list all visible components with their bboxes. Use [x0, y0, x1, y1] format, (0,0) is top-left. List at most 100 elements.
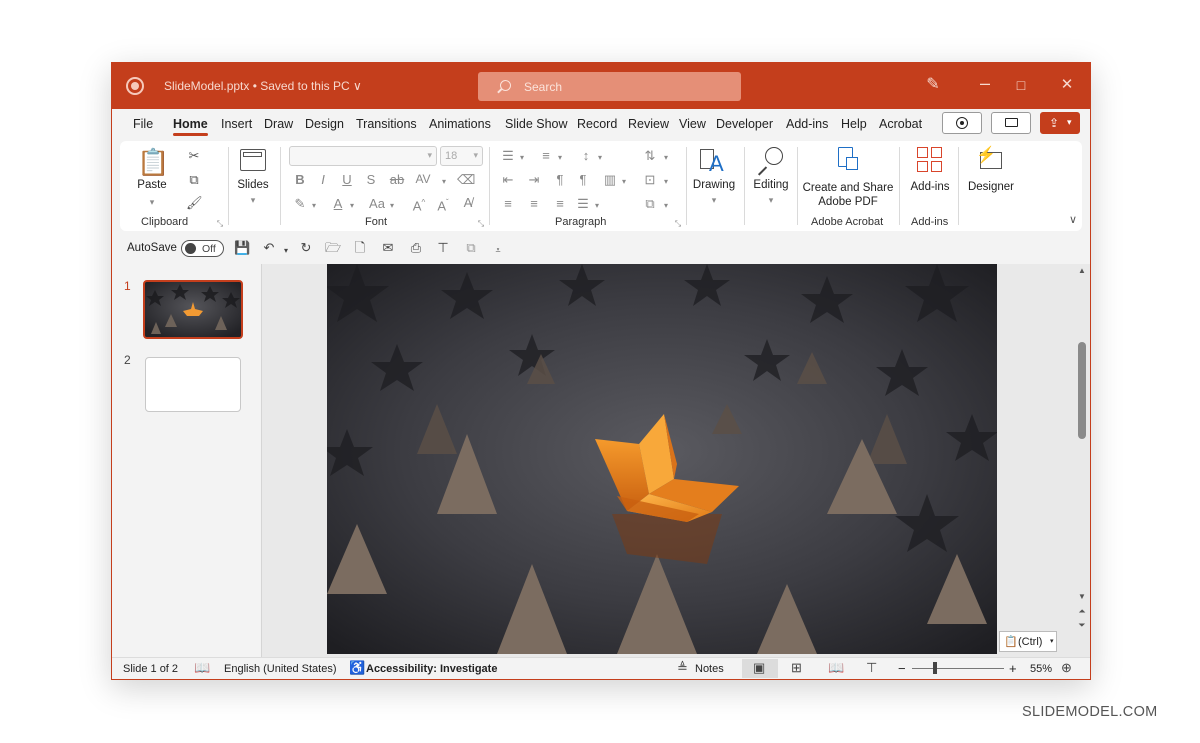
change-case-icon[interactable]: Aa: [366, 197, 388, 211]
open-folder-icon[interactable]: 🗁: [325, 241, 341, 255]
add-ins-button-label[interactable]: Add-ins: [908, 181, 952, 193]
notes-button[interactable]: Notes: [695, 663, 724, 675]
chevron-down-icon[interactable]: ▾: [388, 199, 396, 213]
drawing-shapes-icon[interactable]: A: [700, 147, 728, 176]
add-ins-icon[interactable]: [917, 147, 943, 173]
zoom-slider-knob[interactable]: [933, 662, 937, 674]
scroll-down-icon[interactable]: ▼: [1077, 592, 1087, 601]
slides-button-label[interactable]: Slides: [236, 179, 270, 191]
comments-button[interactable]: [991, 112, 1031, 134]
vertical-scrollbar[interactable]: ▲ ▼ ⏶ ⏷: [1077, 264, 1087, 657]
save-icon[interactable]: 💾: [234, 241, 250, 255]
email-icon[interactable]: ✉: [380, 241, 396, 255]
slide-count[interactable]: Slide 1 of 2: [123, 663, 178, 675]
chevron-down-icon[interactable]: ▾: [556, 151, 564, 165]
zoom-slider[interactable]: [912, 668, 1004, 669]
paste-options-button[interactable]: 📋 (Ctrl) ▾: [999, 631, 1057, 652]
reading-view-icon[interactable]: 📖: [828, 661, 844, 675]
line-spacing-icon[interactable]: ↕: [578, 149, 594, 163]
cut-icon[interactable]: ✂: [186, 149, 202, 163]
tab-review[interactable]: Review: [628, 117, 669, 131]
italic-icon[interactable]: I: [316, 173, 330, 187]
present-icon[interactable]: ⊤: [435, 241, 451, 255]
duplicate-slide-icon[interactable]: ⧉: [463, 241, 479, 255]
chevron-down-icon[interactable]: ▾: [146, 195, 158, 209]
paste-button-label[interactable]: Paste: [136, 179, 168, 191]
designer-pen-icon[interactable]: ✎: [922, 75, 944, 95]
chevron-down-icon[interactable]: ▾: [662, 175, 670, 189]
font-color-icon[interactable]: A: [330, 197, 346, 211]
ltr-icon[interactable]: ¶: [575, 173, 591, 187]
new-slide-icon[interactable]: [240, 149, 266, 171]
create-pdf-icon[interactable]: [836, 147, 858, 173]
columns-icon[interactable]: ▥: [602, 173, 618, 187]
chevron-down-icon[interactable]: ▾: [620, 175, 628, 189]
copy-icon[interactable]: ⧉: [186, 173, 202, 187]
align-text-icon[interactable]: ⊡: [642, 173, 658, 187]
paste-icon[interactable]: 📋: [137, 147, 169, 177]
slide-thumbnail-2[interactable]: [145, 357, 241, 412]
rtl-icon[interactable]: ¶: [552, 173, 568, 187]
autosave-toggle[interactable]: Off: [181, 240, 224, 257]
spelling-check-icon[interactable]: 📖: [194, 661, 210, 675]
tab-insert[interactable]: Insert: [221, 117, 252, 131]
tab-transitions[interactable]: Transitions: [356, 117, 417, 131]
zoom-level[interactable]: 55%: [1030, 663, 1052, 675]
chevron-down-icon[interactable]: ▾: [247, 193, 259, 207]
chevron-down-icon[interactable]: ▾: [518, 151, 526, 165]
text-direction-icon[interactable]: ⇅: [642, 149, 658, 163]
create-share-pdf-button[interactable]: Create and Share Adobe PDF: [802, 181, 894, 209]
increase-font-size-icon[interactable]: A^: [411, 196, 427, 213]
chevron-down-icon[interactable]: ▾: [662, 151, 670, 165]
slide-sorter-icon[interactable]: ⊞: [791, 661, 802, 675]
clear-formatting-icon[interactable]: ⌫: [457, 173, 475, 187]
strikethrough-icon[interactable]: ab: [388, 173, 406, 187]
dialog-launcher-icon[interactable]: ⤡: [215, 217, 225, 231]
quick-print-icon[interactable]: ⎙: [408, 241, 424, 255]
slide-canvas[interactable]: [327, 264, 997, 654]
justify-icon[interactable]: ☰: [575, 197, 591, 211]
decrease-font-size-icon[interactable]: Aˇ: [435, 196, 451, 213]
redo-icon[interactable]: ↻: [298, 241, 314, 255]
tab-developer[interactable]: Developer: [716, 117, 773, 131]
tab-file[interactable]: File: [133, 117, 153, 131]
collapse-ribbon-chevron-icon[interactable]: ∨: [1066, 213, 1080, 227]
increase-indent-icon[interactable]: ⇥: [526, 173, 542, 187]
align-center-icon[interactable]: ≡: [526, 197, 542, 211]
format-painter-icon[interactable]: 🖌: [186, 196, 203, 210]
zoom-out-button[interactable]: −: [898, 661, 906, 676]
tab-add-ins[interactable]: Add-ins: [786, 117, 828, 131]
undo-icon[interactable]: ↶: [261, 241, 277, 255]
designer-icon[interactable]: ⚡: [976, 147, 1004, 173]
numbering-icon[interactable]: ≡: [538, 149, 554, 163]
slide-show-icon[interactable]: ⊤: [866, 661, 877, 675]
next-slide-icon[interactable]: ⏷: [1077, 620, 1087, 631]
new-file-icon[interactable]: 🗋: [352, 241, 368, 255]
tab-acrobat[interactable]: Acrobat: [879, 117, 922, 131]
accessibility-status[interactable]: Accessibility: Investigate: [366, 663, 497, 675]
customize-qat-icon[interactable]: ⩡: [490, 243, 506, 257]
zoom-in-button[interactable]: +: [1009, 661, 1017, 676]
clear-all-formatting-icon[interactable]: A̸: [460, 196, 476, 210]
bold-icon[interactable]: B: [293, 173, 307, 187]
highlight-icon[interactable]: ✎: [292, 197, 308, 211]
tab-view[interactable]: View: [679, 117, 706, 131]
align-left-icon[interactable]: ≡: [500, 197, 516, 211]
drawing-button-label[interactable]: Drawing: [692, 179, 736, 191]
editing-button-label[interactable]: Editing: [750, 179, 792, 191]
close-icon[interactable]: ✕: [1056, 75, 1078, 95]
minimize-icon[interactable]: –: [974, 73, 996, 93]
smartart-icon[interactable]: ⧉: [642, 197, 658, 211]
text-shadow-icon[interactable]: S: [364, 173, 378, 187]
scrollbar-thumb[interactable]: [1078, 342, 1086, 439]
dialog-launcher-icon[interactable]: ⤡: [476, 217, 486, 231]
chevron-down-icon[interactable]: ▾: [708, 193, 720, 207]
font-size-dropdown[interactable]: 18 ▾: [440, 146, 483, 166]
font-name-dropdown[interactable]: ▾: [289, 146, 437, 166]
chevron-down-icon[interactable]: ▾: [596, 151, 604, 165]
chevron-down-icon[interactable]: ▾: [348, 199, 356, 213]
character-spacing-icon[interactable]: AV: [413, 172, 433, 186]
tab-slide-show[interactable]: Slide Show: [505, 117, 568, 131]
editing-search-icon[interactable]: [757, 145, 785, 176]
decrease-indent-icon[interactable]: ⇤: [500, 173, 516, 187]
